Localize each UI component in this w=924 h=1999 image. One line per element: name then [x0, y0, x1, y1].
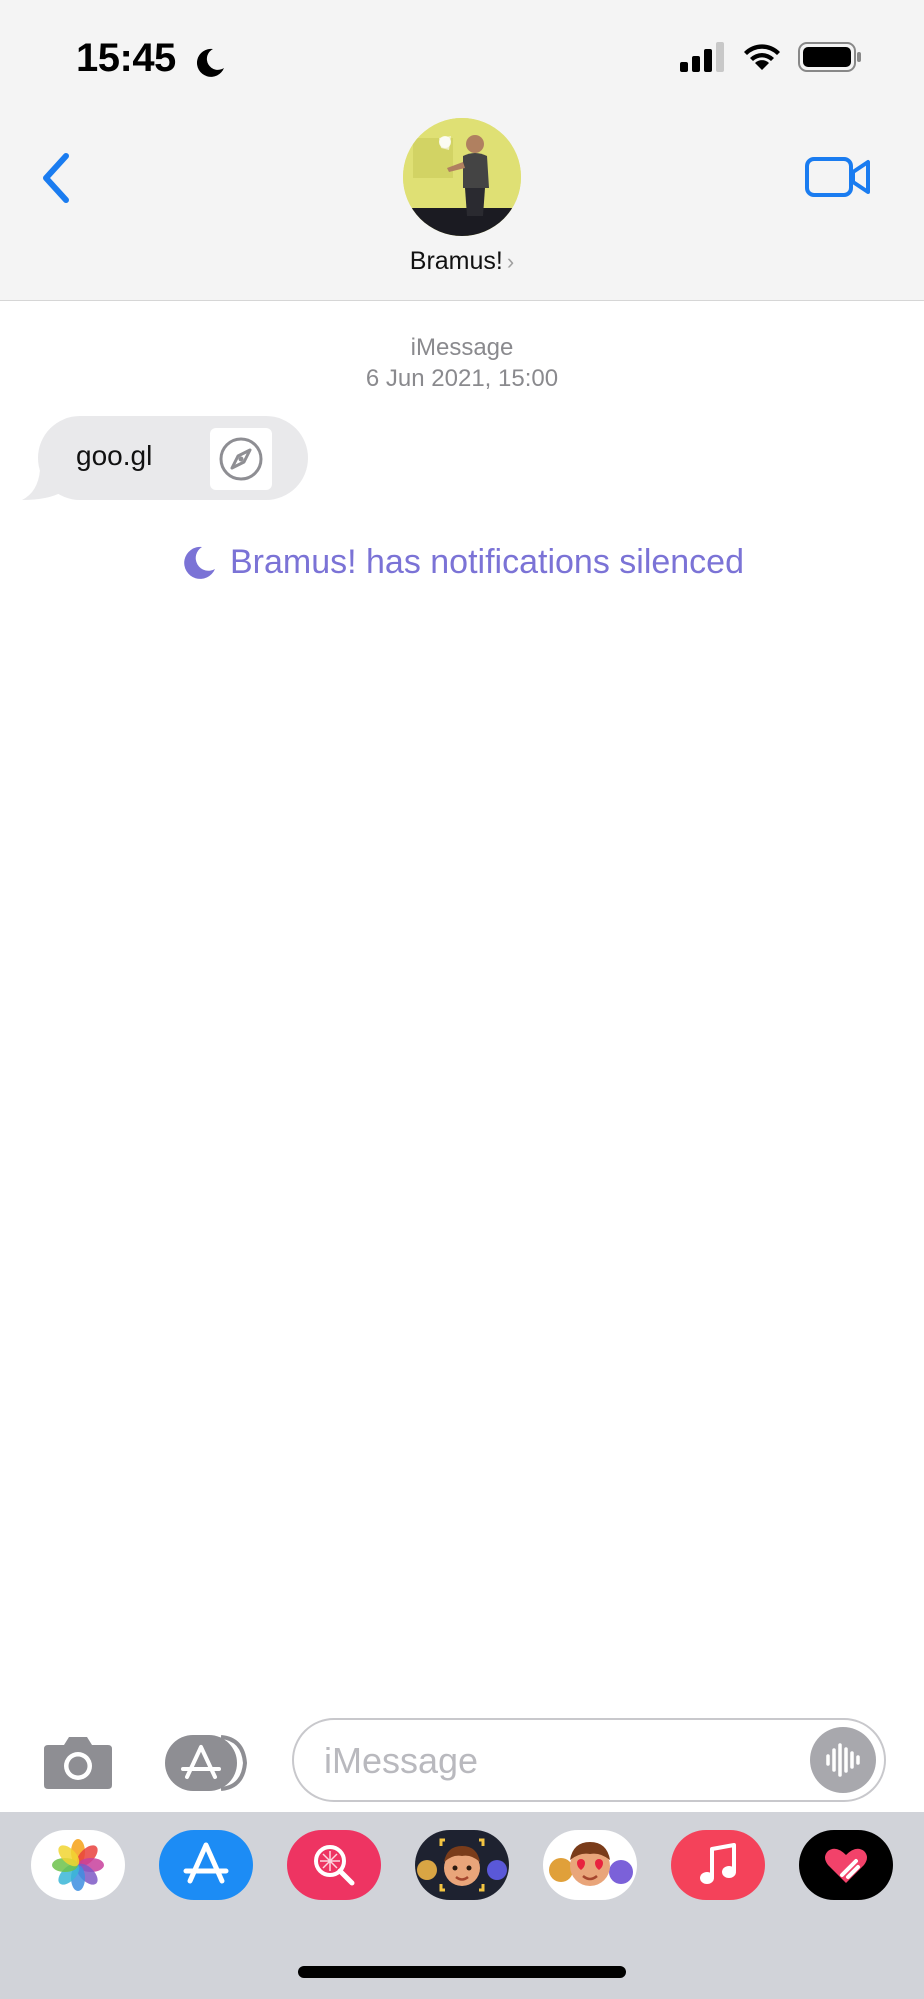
- compass-icon: [219, 437, 263, 481]
- message-text[interactable]: goo.gl: [76, 440, 152, 472]
- status-time: 15:45: [76, 36, 176, 80]
- audio-message-button[interactable]: [810, 1727, 876, 1793]
- digital-touch-app-icon[interactable]: [799, 1830, 893, 1900]
- back-chevron-icon[interactable]: [34, 148, 80, 208]
- contact-name-button[interactable]: Bramus! ›: [0, 247, 924, 276]
- status-icons: [680, 42, 862, 72]
- music-app-icon[interactable]: [671, 1830, 765, 1900]
- silenced-notice: Bramus! has notifications silenced: [0, 543, 924, 582]
- battery-icon: [798, 42, 861, 72]
- home-indicator: [298, 1966, 626, 1978]
- memoji-app-icon[interactable]: [415, 1830, 509, 1900]
- image-search-app-icon[interactable]: [287, 1830, 381, 1900]
- silenced-text: Bramus! has notifications silenced: [229, 543, 745, 581]
- memoji-stickers-app-icon[interactable]: [543, 1830, 637, 1900]
- photos-app-icon[interactable]: [31, 1830, 125, 1900]
- wifi-icon: [744, 44, 780, 70]
- waveform-icon: [826, 1743, 860, 1777]
- message-input-placeholder: iMessage: [324, 1740, 479, 1781]
- avatar-photo: [403, 118, 521, 236]
- message-input[interactable]: iMessage: [292, 1718, 886, 1802]
- camera-icon[interactable]: [42, 1733, 114, 1791]
- focus-moon-icon: [196, 48, 224, 77]
- app-store-apps-icon[interactable]: [163, 1733, 253, 1793]
- cellular-signal-icon: [680, 42, 724, 72]
- link-preview-box[interactable]: [210, 428, 272, 490]
- service-label: iMessage: [410, 334, 514, 361]
- contact-avatar[interactable]: [403, 118, 521, 236]
- facetime-video-icon[interactable]: [804, 154, 872, 200]
- conversation-header: 15:45 Bramus! ›: [0, 0, 924, 301]
- app-store-app-icon[interactable]: [159, 1830, 253, 1900]
- contact-chevron-icon: ›: [506, 249, 515, 274]
- moon-icon: [184, 546, 215, 579]
- message-timestamp: 6 Jun 2021, 15:00: [365, 365, 559, 392]
- contact-name: Bramus!: [409, 247, 503, 275]
